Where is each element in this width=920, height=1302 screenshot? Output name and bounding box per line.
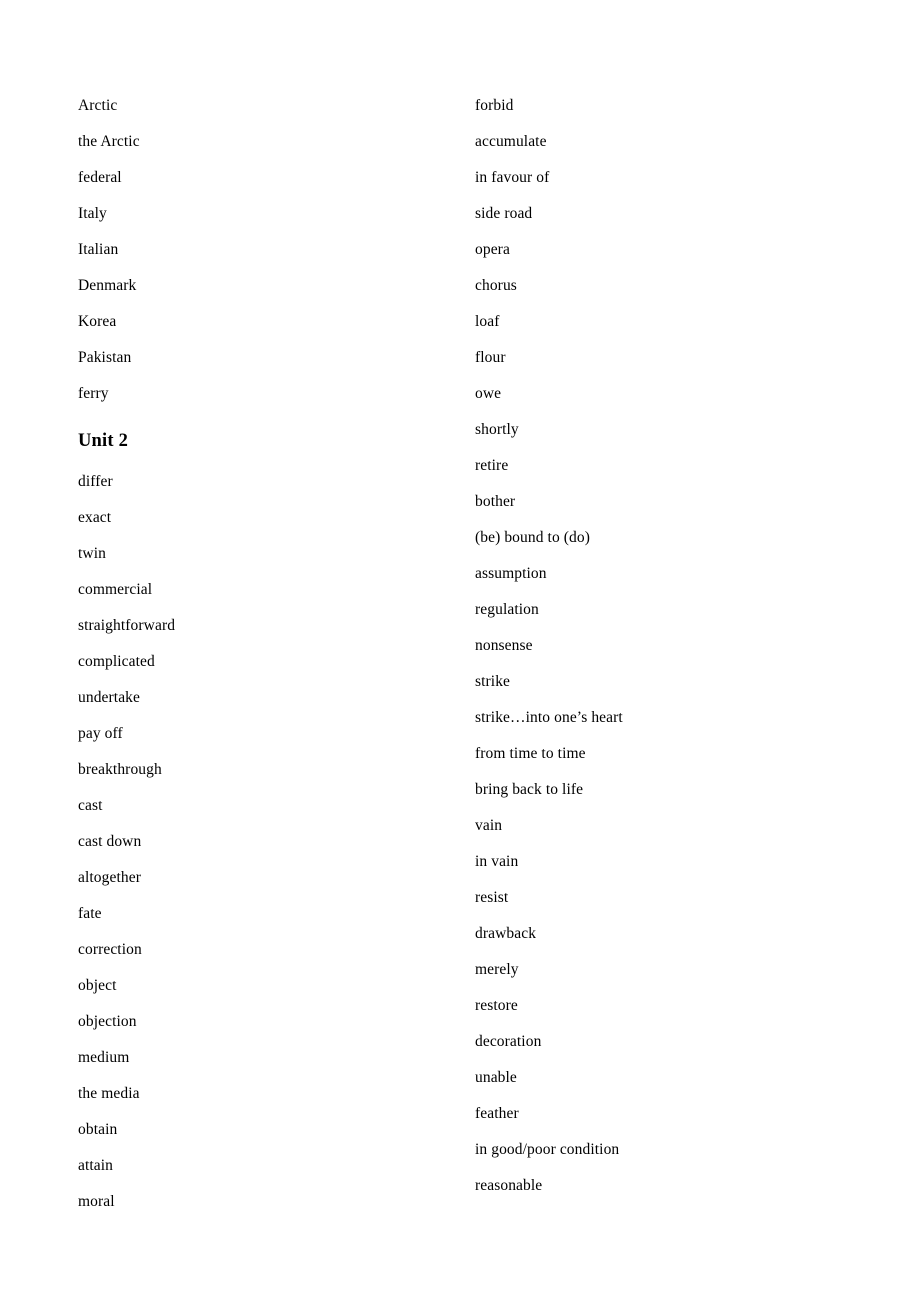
vocabulary-entry: regulation: [475, 601, 539, 618]
vocabulary-entry: strike…into one’s heart: [475, 709, 623, 726]
vocabulary-entry: unable: [475, 1069, 517, 1086]
vocabulary-entry: in vain: [475, 853, 519, 870]
vocabulary-entry: ferry: [78, 385, 109, 402]
vocabulary-entry: pay off: [78, 725, 123, 742]
vocabulary-entry: accumulate: [475, 133, 547, 150]
vocabulary-entry: federal: [78, 169, 122, 186]
vocabulary-entry: the media: [78, 1085, 140, 1102]
vocabulary-entry: the Arctic: [78, 133, 140, 150]
vocabulary-entry: resist: [475, 889, 509, 906]
vocabulary-entry: fate: [78, 905, 102, 922]
vocabulary-entry: (be) bound to (do): [475, 529, 591, 546]
vocabulary-entry: feather: [475, 1105, 519, 1122]
vocabulary-entry: retire: [475, 457, 509, 474]
vocabulary-entry: in favour of: [475, 169, 550, 186]
vocabulary-entry: chorus: [475, 277, 517, 294]
vocabulary-entry: breakthrough: [78, 761, 162, 778]
vocabulary-entry: commercial: [78, 581, 153, 598]
vocabulary-entry: merely: [475, 961, 519, 978]
vocabulary-entry: drawback: [475, 925, 537, 942]
vocabulary-entry: owe: [475, 385, 502, 402]
vocabulary-entry: exact: [78, 509, 112, 526]
vocabulary-entry: twin: [78, 545, 106, 562]
vocabulary-entry: Italian: [78, 241, 119, 258]
vocabulary-entry: bring back to life: [475, 781, 584, 798]
vocabulary-entry: correction: [78, 941, 142, 958]
vocabulary-entry: moral: [78, 1193, 115, 1210]
vocabulary-entry: differ: [78, 473, 113, 490]
vocabulary-entry: bother: [475, 493, 516, 510]
vocabulary-entry: cast: [78, 797, 103, 814]
vocabulary-entry: obtain: [78, 1121, 118, 1138]
vocabulary-entry: Denmark: [78, 277, 137, 294]
vocabulary-entry: strike: [475, 673, 511, 690]
vocabulary-entry: cast down: [78, 833, 142, 850]
vocabulary-entry: opera: [475, 241, 510, 258]
vocabulary-entry: forbid: [475, 97, 514, 114]
vocabulary-entry: straightforward: [78, 617, 176, 634]
vocabulary-entry: decoration: [475, 1033, 542, 1050]
vocabulary-entry: medium: [78, 1049, 130, 1066]
document-page: Arctic the Arctic federal Italy Italian Denma…: [0, 0, 920, 1302]
vocabulary-entry: attain: [78, 1157, 114, 1174]
vocabulary-entry: objection: [78, 1013, 137, 1030]
vocabulary-entry: side road: [475, 205, 533, 222]
vocabulary-entry: flour: [475, 349, 506, 366]
word-list-column-left: Arctic the Arctic federal Italy Italian Denma…: [78, 88, 458, 1220]
vocabulary-entry: reasonable: [475, 1177, 543, 1194]
vocabulary-entry: assumption: [475, 565, 547, 582]
vocabulary-entry: undertake: [78, 689, 141, 706]
vocabulary-entry: restore: [475, 997, 518, 1014]
vocabulary-entry: in good/poor condition: [475, 1141, 620, 1158]
vocabulary-entry: Italy: [78, 205, 107, 222]
vocabulary-entry: nonsense: [475, 637, 533, 654]
vocabulary-entry: Arctic: [78, 97, 118, 114]
vocabulary-entry: vain: [475, 817, 503, 834]
vocabulary-entry: complicated: [78, 653, 155, 670]
vocabulary-entry: loaf: [475, 313, 500, 330]
vocabulary-entry: object: [78, 977, 117, 994]
vocabulary-entry: Korea: [78, 313, 117, 330]
vocabulary-entry: from time to time: [475, 745, 586, 762]
vocabulary-entry: shortly: [475, 421, 519, 438]
vocabulary-entry: altogether: [78, 869, 141, 886]
word-list-column-right: forbid accumulate in favour of side road ope…: [475, 88, 875, 1204]
vocabulary-entry: Pakistan: [78, 349, 132, 366]
unit-heading: Unit 2: [78, 431, 129, 451]
